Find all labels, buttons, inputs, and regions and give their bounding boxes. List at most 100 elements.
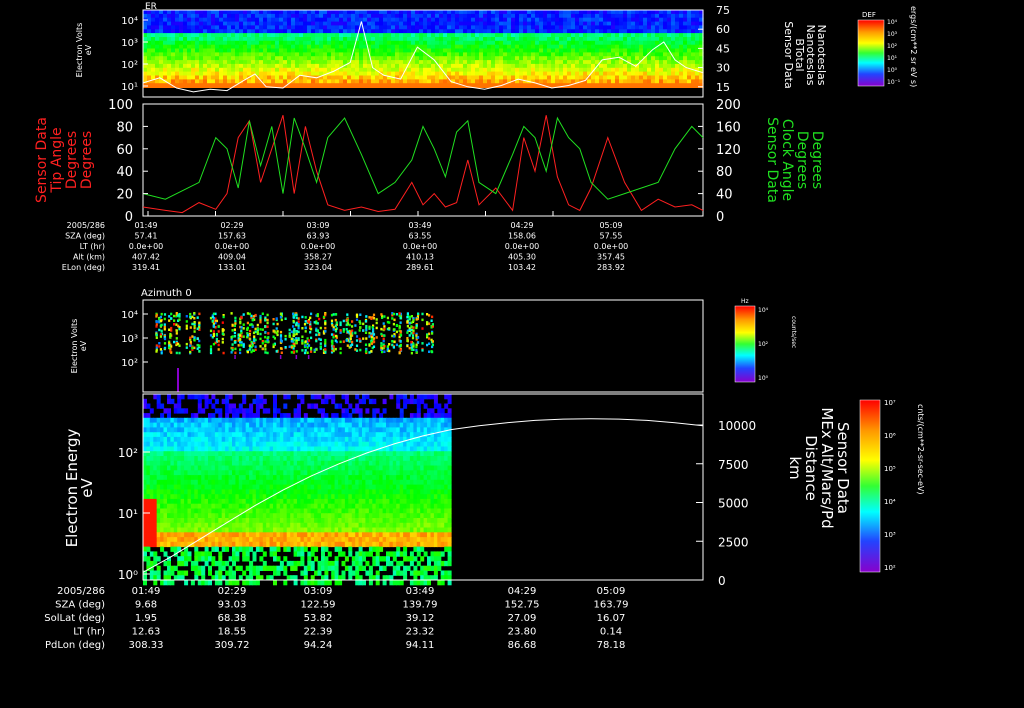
energy-heat-cell	[146, 446, 151, 452]
azimuth-heat-cell	[380, 313, 383, 316]
table-cell: 57.41	[135, 232, 158, 241]
energy-heat-cell	[211, 446, 216, 452]
energy-heat-cell	[242, 451, 247, 457]
energy-heat-cell	[184, 580, 189, 586]
energy-heat-cell	[167, 408, 171, 414]
energy-heat-cell	[156, 422, 161, 428]
energy-heat-cell	[146, 498, 151, 505]
azimuth-heat-cell	[211, 315, 214, 319]
er-colorbar-tick: 10¹	[887, 55, 898, 62]
azimuth-heat-cell	[315, 333, 318, 336]
energy-heat-cell	[194, 551, 199, 557]
energy-heat-cell	[245, 546, 250, 552]
azimuth-heat-cell	[163, 337, 167, 341]
azimuth-heat-cell	[324, 341, 327, 344]
energy-heat-cell	[190, 560, 195, 567]
energy-heat-cell	[190, 484, 195, 490]
energy-heat-cell	[242, 518, 247, 524]
azimuth-heat-cell	[198, 321, 201, 325]
energy-heat-cell	[225, 403, 230, 409]
azimuth-heat-cell	[386, 316, 389, 320]
tip-angle-tick: 20	[116, 188, 133, 203]
azimuth-heat-cell	[160, 351, 163, 355]
er-heat-cell	[391, 83, 396, 88]
energy-heat-cell	[146, 556, 151, 562]
energy-heat-cell	[170, 527, 175, 533]
azimuth-heat-cell	[189, 312, 192, 316]
azimuth-heat-cell	[334, 324, 337, 328]
energy-heat-cell	[149, 470, 154, 476]
energy-heat-cell	[180, 494, 185, 500]
energy-heat-cell	[180, 518, 185, 524]
azimuth-heat-cell	[412, 331, 415, 335]
azimuth-heat-cell	[399, 333, 402, 336]
energy-heat-cell	[214, 432, 219, 438]
er-heat-cell	[239, 83, 244, 88]
azimuth-heat-cell	[272, 329, 275, 333]
energy-heat-cell	[163, 498, 168, 505]
energy-heat-cell	[201, 441, 206, 447]
tip-angle-tick: 40	[116, 165, 133, 180]
energy-heat-cell	[201, 508, 206, 514]
azimuth-heat-cell	[318, 337, 321, 341]
azimuth-heat-cell	[193, 312, 196, 315]
energy-heat-cell	[149, 494, 154, 500]
er-colorbar-tick: 10²	[887, 43, 898, 50]
azimuth-heat-cell	[279, 355, 282, 359]
azimuth-heat-cell	[334, 339, 337, 342]
energy-heat-cell	[218, 556, 223, 562]
er-heat-cell	[323, 83, 328, 88]
energy-heat-cell	[211, 436, 216, 443]
energy-heat-cell	[170, 508, 175, 514]
energy-heat-cell	[194, 436, 199, 443]
er-heat-cell	[475, 83, 480, 88]
azimuth-heat-cell	[221, 332, 224, 335]
er-heat-cell	[155, 83, 160, 88]
azimuth-heat-cell	[428, 350, 431, 353]
energy-heat-cell	[180, 479, 185, 486]
er-heat-cell	[307, 83, 312, 88]
table-cell: 63.93	[307, 232, 330, 241]
er-heat-cell	[579, 83, 584, 88]
table-row-label: SZA (deg)	[65, 232, 105, 241]
azimuth-heat-cell	[355, 313, 359, 317]
azimuth-heat-cell	[309, 331, 312, 334]
azimuth-heat-cell	[275, 350, 278, 353]
azimuth-heat-cell	[193, 346, 196, 350]
azimuth-heat-cell	[364, 320, 368, 323]
energy-heat-cell	[194, 518, 199, 524]
energy-heat-cell	[190, 494, 195, 500]
energy-heat-cell	[163, 513, 168, 519]
energy-heat-cell	[170, 427, 175, 433]
azimuth-heat-cell	[279, 339, 283, 342]
er-heat-cell	[311, 83, 316, 88]
energy-heat-cell	[170, 532, 175, 538]
energy-heat-cell	[242, 484, 247, 490]
energy-heat-cell	[221, 417, 226, 424]
energy-heat-cell	[177, 436, 182, 443]
energy-heat-cell	[235, 522, 240, 529]
er-heat-cell	[343, 83, 348, 88]
energy-heat-cell	[190, 413, 195, 419]
er-heat-cell	[347, 83, 352, 88]
clock-angle-label-line: Degrees	[809, 131, 825, 189]
energy-heat-cell	[184, 408, 189, 414]
energy-heat-cell	[221, 465, 226, 471]
azimuth-heat-cell	[398, 324, 401, 328]
azimuth-heat-cell	[217, 348, 220, 351]
er-heat-cell	[511, 83, 516, 88]
energy-heat-cell	[180, 465, 185, 471]
energy-heat-cell	[221, 451, 226, 457]
energy-heat-cell	[180, 532, 185, 538]
energy-heat-cell	[242, 475, 247, 481]
azimuth-heat-cell	[391, 340, 394, 343]
azimuth-heat-cell	[290, 340, 293, 343]
energy-heat-cell	[170, 398, 175, 405]
er-right-tick: 45	[716, 42, 730, 55]
energy-heat-cell	[143, 551, 147, 557]
energy-heat-cell	[163, 527, 168, 533]
energy-heat-cell	[146, 432, 151, 438]
azimuth-heat-cell	[359, 326, 362, 329]
er-y-label-line: Electron Volts	[75, 23, 84, 78]
table-cell: 283.92	[597, 263, 625, 272]
